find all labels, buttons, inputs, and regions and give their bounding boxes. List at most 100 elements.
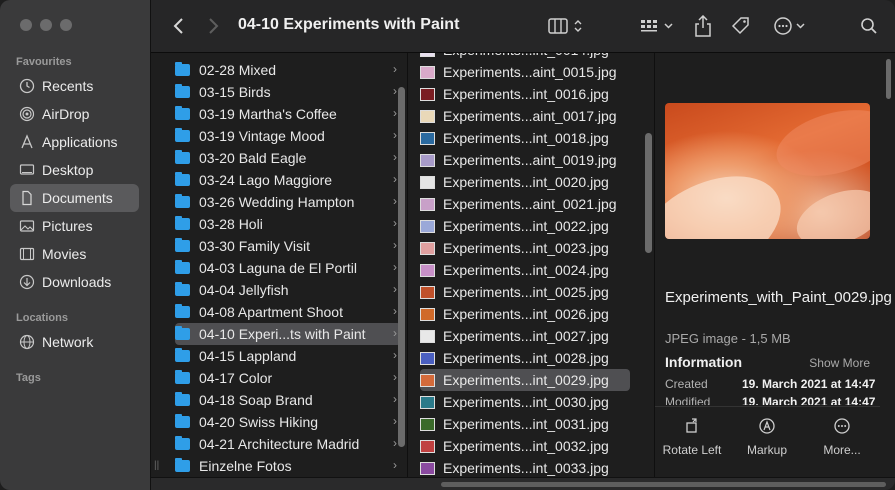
back-button[interactable] <box>170 14 188 38</box>
show-more-link[interactable]: Show More <box>809 356 870 370</box>
folder-icon <box>175 436 190 450</box>
share-button[interactable] <box>692 14 714 38</box>
chevron-right-icon: › <box>393 348 397 362</box>
image-thumbnail-icon <box>420 53 435 57</box>
file-row[interactable]: Experiments...int_0030.jpg <box>420 391 630 413</box>
file-row[interactable]: Experiments...aint_0019.jpg <box>420 149 630 171</box>
file-row[interactable]: Experiments...int_0022.jpg <box>420 215 630 237</box>
file-row[interactable]: Experiments...int_0016.jpg <box>420 83 630 105</box>
file-row[interactable]: Experiments...int_0032.jpg <box>420 435 630 457</box>
folder-row[interactable]: 04-18 Soap Brand › <box>175 389 401 411</box>
files-scrollbar[interactable] <box>645 133 652 253</box>
folder-row[interactable]: 03-19 Vintage Mood › <box>175 125 401 147</box>
image-thumbnail-icon <box>420 373 435 387</box>
zoom-window-button[interactable] <box>60 19 72 31</box>
minimize-window-button[interactable] <box>40 19 52 31</box>
file-row[interactable]: Experiments...int_0025.jpg <box>420 281 630 303</box>
file-name: Experiments...int_0022.jpg <box>443 218 609 234</box>
file-row[interactable]: Experiments...int_0024.jpg <box>420 259 630 281</box>
tags-button[interactable] <box>730 14 752 38</box>
sidebar-item-documents[interactable]: Documents <box>10 184 139 212</box>
file-name: Experiments...int_0033.jpg <box>443 460 609 476</box>
airdrop-icon <box>18 105 36 123</box>
rotate-left-button[interactable]: Rotate Left <box>657 415 727 457</box>
file-row[interactable]: Experiments...int_0027.jpg <box>420 325 630 347</box>
folder-row[interactable]: 04-08 Apartment Shoot › <box>175 301 401 323</box>
sidebar-item-applications[interactable]: Applications <box>10 128 139 156</box>
file-row[interactable]: Experiments...int_0029.jpg <box>420 369 630 391</box>
folder-row[interactable]: 03-26 Wedding Hampton › <box>175 191 401 213</box>
folder-row[interactable]: 03-19 Martha's Coffee › <box>175 103 401 125</box>
file-name: Experiments...int_0028.jpg <box>443 350 609 366</box>
folder-row[interactable]: 04-15 Lappland › <box>175 345 401 367</box>
sidebar-item-desktop[interactable]: Desktop <box>10 156 139 184</box>
image-thumbnail-icon <box>420 109 435 123</box>
close-window-button[interactable] <box>20 19 32 31</box>
image-thumbnail-icon <box>420 285 435 299</box>
file-row[interactable]: Experiments...aint_0015.jpg <box>420 61 630 83</box>
rotate-left-icon <box>686 418 697 433</box>
chevron-left-icon <box>173 18 183 34</box>
file-row[interactable]: Experiments...int_0020.jpg <box>420 171 630 193</box>
sidebar-item-pictures[interactable]: Pictures <box>10 212 139 240</box>
folder-row[interactable]: 04-04 Jellyfish › <box>175 279 401 301</box>
folder-name: 03-30 Family Visit <box>199 238 311 254</box>
folder-row[interactable]: 03-28 Holi › <box>175 213 401 235</box>
action-menu-button[interactable] <box>772 14 808 38</box>
file-row[interactable]: Experiments...int_0026.jpg <box>420 303 630 325</box>
preview-column: Experiments_with_Paint_0029.jpg JPEG ima… <box>655 53 895 477</box>
preview-filename: Experiments_with_Paint_0029.jpg <box>665 289 892 306</box>
sidebar-item-recents[interactable]: Recents <box>10 72 139 100</box>
folder-name: 03-28 Holi <box>199 216 263 232</box>
folder-row[interactable]: 03-30 Family Visit › <box>175 235 401 257</box>
file-row[interactable]: Experiments...aint_0017.jpg <box>420 105 630 127</box>
folder-icon <box>175 414 190 428</box>
file-name: Experiments...int_0030.jpg <box>443 394 609 410</box>
sidebar-item-network[interactable]: Network <box>10 328 139 356</box>
file-row[interactable]: Experiments...int_0033.jpg <box>420 457 630 477</box>
image-thumbnail-icon <box>420 175 435 189</box>
folder-row[interactable]: 03-24 Lago Maggiore › <box>175 169 401 191</box>
more-label: More... <box>823 443 861 457</box>
group-button[interactable] <box>638 14 676 38</box>
column-resize-handle[interactable]: || <box>154 460 159 471</box>
file-row[interactable]: Experiments...int_0018.jpg <box>420 127 630 149</box>
file-name: Experiments...int_0027.jpg <box>443 328 609 344</box>
folder-row[interactable]: 02-28 Mixed › <box>175 59 401 81</box>
folders-scrollbar[interactable] <box>398 87 405 447</box>
folder-row[interactable]: 04-21 Architecture Madrid › <box>175 433 401 455</box>
chevron-right-icon: › <box>393 84 397 98</box>
more-button[interactable]: More... <box>807 415 877 457</box>
markup-button[interactable]: Markup <box>732 415 802 457</box>
sidebar-item-downloads[interactable]: Downloads <box>10 268 139 296</box>
folder-row[interactable]: Einzelne Fotos › <box>175 455 401 477</box>
folder-row[interactable]: 03-20 Bald Eagle › <box>175 147 401 169</box>
file-row[interactable]: Experiments...aint_0021.jpg <box>420 193 630 215</box>
sidebar-item-movies[interactable]: Movies <box>10 240 139 268</box>
applications-icon <box>18 133 36 151</box>
file-row[interactable]: Experiments...int_0023.jpg <box>420 237 630 259</box>
chevron-right-icon: › <box>393 128 397 142</box>
network-icon <box>18 333 36 351</box>
folder-row[interactable]: 04-20 Swiss Hiking › <box>175 411 401 433</box>
modified-value: 19. March 2021 at 14:47 <box>742 395 876 405</box>
sidebar-item-airdrop[interactable]: AirDrop <box>10 100 139 128</box>
folder-row[interactable]: 04-03 Laguna de El Portil › <box>175 257 401 279</box>
folder-icon <box>175 106 190 120</box>
chevron-right-icon: › <box>393 238 397 252</box>
horizontal-scrollbar[interactable] <box>441 482 886 487</box>
folder-row[interactable]: 04-17 Color › <box>175 367 401 389</box>
folder-row[interactable]: 04-10 Experi...ts with Paint › <box>175 323 401 345</box>
forward-button[interactable] <box>204 14 222 38</box>
search-button[interactable] <box>858 14 880 38</box>
folders-column: 02-28 Mixed › 03-15 Birds › 03-19 Martha's C… <box>151 53 408 477</box>
image-thumbnail-icon <box>420 329 435 343</box>
preview-scrollbar[interactable] <box>886 59 891 99</box>
folder-row[interactable]: 03-15 Birds › <box>175 81 401 103</box>
image-thumbnail-icon <box>420 219 435 233</box>
file-row[interactable]: Experiments...int_0014.jpg <box>420 53 630 61</box>
sidebar-item-label: Movies <box>42 246 87 262</box>
file-row[interactable]: Experiments...int_0031.jpg <box>420 413 630 435</box>
file-row[interactable]: Experiments...int_0028.jpg <box>420 347 630 369</box>
view-options-button[interactable] <box>546 14 586 38</box>
